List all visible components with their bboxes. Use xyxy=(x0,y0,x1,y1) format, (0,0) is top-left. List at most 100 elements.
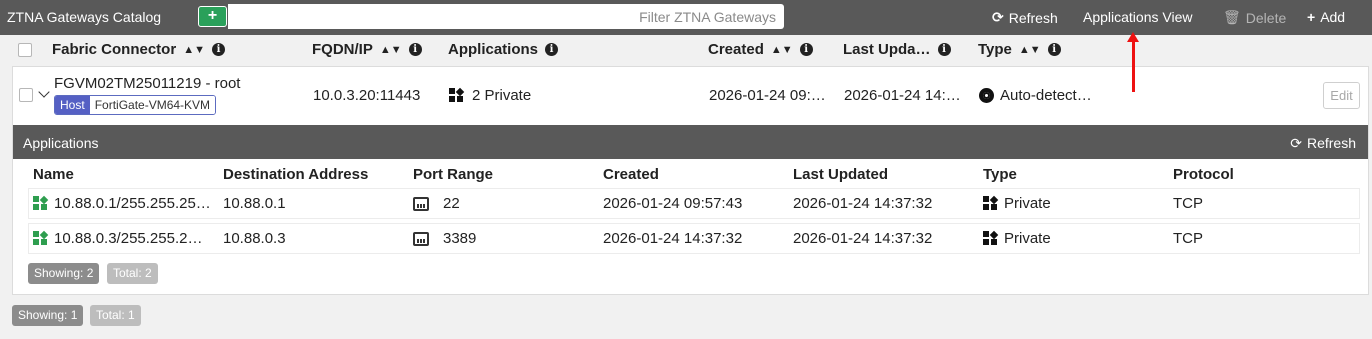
refresh-label: Refresh xyxy=(1306,135,1356,151)
header-label: FQDN/IP xyxy=(312,41,373,58)
annotation-arrow xyxy=(1127,32,1139,92)
header-protocol[interactable]: Protocol xyxy=(1173,166,1234,183)
showing-count-badge: Showing: 1 xyxy=(12,305,84,326)
protocol-cell: TCP xyxy=(1173,230,1203,247)
applications-view-label: Applications View xyxy=(1083,9,1193,25)
type-cell: Private xyxy=(983,230,1051,247)
port-range-cell: 3389 xyxy=(413,230,476,247)
network-port-icon xyxy=(413,231,429,246)
toolbar: ZTNA Gateways Catalog + ⟳ Refresh Applic… xyxy=(0,0,1372,35)
app-grid-icon xyxy=(983,195,999,211)
header-label: Type xyxy=(978,41,1012,58)
target-icon xyxy=(979,88,994,103)
app-grid-icon xyxy=(983,230,999,246)
header-port-range[interactable]: Port Range xyxy=(413,166,493,183)
filter-input[interactable] xyxy=(228,4,784,29)
table-header: Fabric Connector ▲▼ i FQDN/IP ▲▼ i Appli… xyxy=(12,35,1369,65)
app-grid-icon xyxy=(33,230,49,246)
table-row[interactable]: 10.88.0.3/255.255.2… 10.88.0.3 3389 2026… xyxy=(29,224,1359,253)
header-label: Last Upda… xyxy=(843,41,931,58)
info-icon[interactable]: i xyxy=(937,43,951,56)
last-updated-cell: 2026-01-24 14:… xyxy=(844,87,961,104)
gateway-name: FGVM02TM25011219 - root xyxy=(54,75,241,92)
info-icon[interactable]: i xyxy=(211,43,225,56)
applications-refresh-button[interactable]: ⟳ Refresh xyxy=(1290,135,1356,152)
edit-button[interactable]: Edit xyxy=(1323,82,1360,109)
header-label: Created xyxy=(708,41,764,58)
applications-cell[interactable]: 2 Private xyxy=(449,87,531,104)
host-badge-key: Host xyxy=(55,96,90,114)
applications-bar: Applications ⟳ Refresh xyxy=(13,125,1368,159)
header-type[interactable]: Type xyxy=(983,166,1017,183)
refresh-icon: ⟳ xyxy=(992,9,1004,25)
info-icon[interactable]: i xyxy=(545,43,559,56)
created-cell: 2026-01-24 09:… xyxy=(709,87,826,104)
app-grid-icon xyxy=(33,195,49,211)
info-icon[interactable]: i xyxy=(408,43,422,56)
plus-icon: + xyxy=(207,7,218,24)
trash-icon: 🗑 xyxy=(1223,9,1241,25)
header-fabric-connector[interactable]: Fabric Connector ▲▼ i xyxy=(52,41,225,58)
type-cell: Private xyxy=(983,195,1051,212)
showing-count-badge: Showing: 2 xyxy=(28,263,100,284)
sort-icon: ▲▼ xyxy=(379,43,402,56)
sort-icon: ▲▼ xyxy=(1018,43,1041,56)
applications-header: Name Destination Address Port Range Crea… xyxy=(13,159,1368,189)
chevron-down-icon[interactable] xyxy=(38,86,50,98)
host-badge-value: FortiGate-VM64-KVM xyxy=(89,96,216,114)
applications-view-button[interactable]: Applications View xyxy=(1083,9,1192,25)
table-row[interactable]: FGVM02TM25011219 - root Host FortiGate-V… xyxy=(13,67,1368,125)
page-title: ZTNA Gateways Catalog xyxy=(7,9,162,25)
header-created[interactable]: Created ▲▼ i xyxy=(708,41,813,58)
plus-icon: + xyxy=(1307,9,1316,25)
delete-label: Delete xyxy=(1245,9,1287,26)
destination-cell: 10.88.0.1 xyxy=(223,195,286,212)
header-type[interactable]: Type ▲▼ i xyxy=(978,41,1061,58)
quick-add-button[interactable]: + xyxy=(198,6,227,27)
header-label: Fabric Connector xyxy=(52,41,177,58)
header-name[interactable]: Name xyxy=(33,166,74,183)
select-all-checkbox[interactable] xyxy=(18,43,32,57)
last-updated-cell: 2026-01-24 14:37:32 xyxy=(793,230,933,247)
network-port-icon xyxy=(413,196,429,211)
gateway-panel: FGVM02TM25011219 - root Host FortiGate-V… xyxy=(12,66,1369,295)
header-destination[interactable]: Destination Address xyxy=(223,166,368,183)
header-label: Applications xyxy=(448,41,539,58)
port-range-value: 3389 xyxy=(443,230,477,247)
port-range-cell: 22 xyxy=(413,195,460,212)
table-row[interactable]: 10.88.0.1/255.255.25… 10.88.0.1 22 2026-… xyxy=(29,189,1359,218)
host-badge: Host FortiGate-VM64-KVM xyxy=(54,95,217,115)
type-label: Auto-detect… xyxy=(1000,87,1092,104)
header-fqdn[interactable]: FQDN/IP ▲▼ i xyxy=(312,41,422,58)
last-updated-cell: 2026-01-24 14:37:32 xyxy=(793,195,933,212)
fqdn-cell: 10.0.3.20:11443 xyxy=(313,87,421,104)
info-icon[interactable]: i xyxy=(1047,43,1061,56)
refresh-button[interactable]: ⟳ Refresh xyxy=(992,9,1058,26)
created-cell: 2026-01-24 14:37:32 xyxy=(603,230,743,247)
protocol-cell: TCP xyxy=(1173,195,1203,212)
add-button[interactable]: + Add xyxy=(1307,9,1345,25)
name-cell: 10.88.0.1/255.255.25… xyxy=(33,195,211,212)
header-last-updated[interactable]: Last Upda… i xyxy=(843,41,951,58)
info-icon[interactable]: i xyxy=(799,43,813,56)
type-label: Private xyxy=(1004,195,1051,212)
sort-icon: ▲▼ xyxy=(183,43,205,56)
header-created[interactable]: Created xyxy=(603,166,659,183)
refresh-label: Refresh xyxy=(1008,9,1058,26)
header-last-updated[interactable]: Last Updated xyxy=(793,166,888,183)
destination-cell: 10.88.0.3 xyxy=(223,230,286,247)
name-cell: 10.88.0.3/255.255.2… xyxy=(33,230,202,247)
total-count-badge: Total: 2 xyxy=(107,263,158,284)
refresh-icon: ⟳ xyxy=(1290,135,1302,151)
type-cell: Auto-detect… xyxy=(979,87,1092,104)
created-cell: 2026-01-24 09:57:43 xyxy=(603,195,743,212)
applications-title: Applications xyxy=(23,135,99,151)
header-applications[interactable]: Applications i xyxy=(448,41,559,58)
sort-icon: ▲▼ xyxy=(770,43,793,56)
port-range-value: 22 xyxy=(443,195,460,212)
app-grid-icon xyxy=(449,87,465,103)
add-label: Add xyxy=(1320,9,1346,25)
delete-button[interactable]: 🗑 Delete xyxy=(1223,9,1286,26)
applications-count: 2 Private xyxy=(472,87,532,104)
row-checkbox[interactable] xyxy=(19,88,33,102)
